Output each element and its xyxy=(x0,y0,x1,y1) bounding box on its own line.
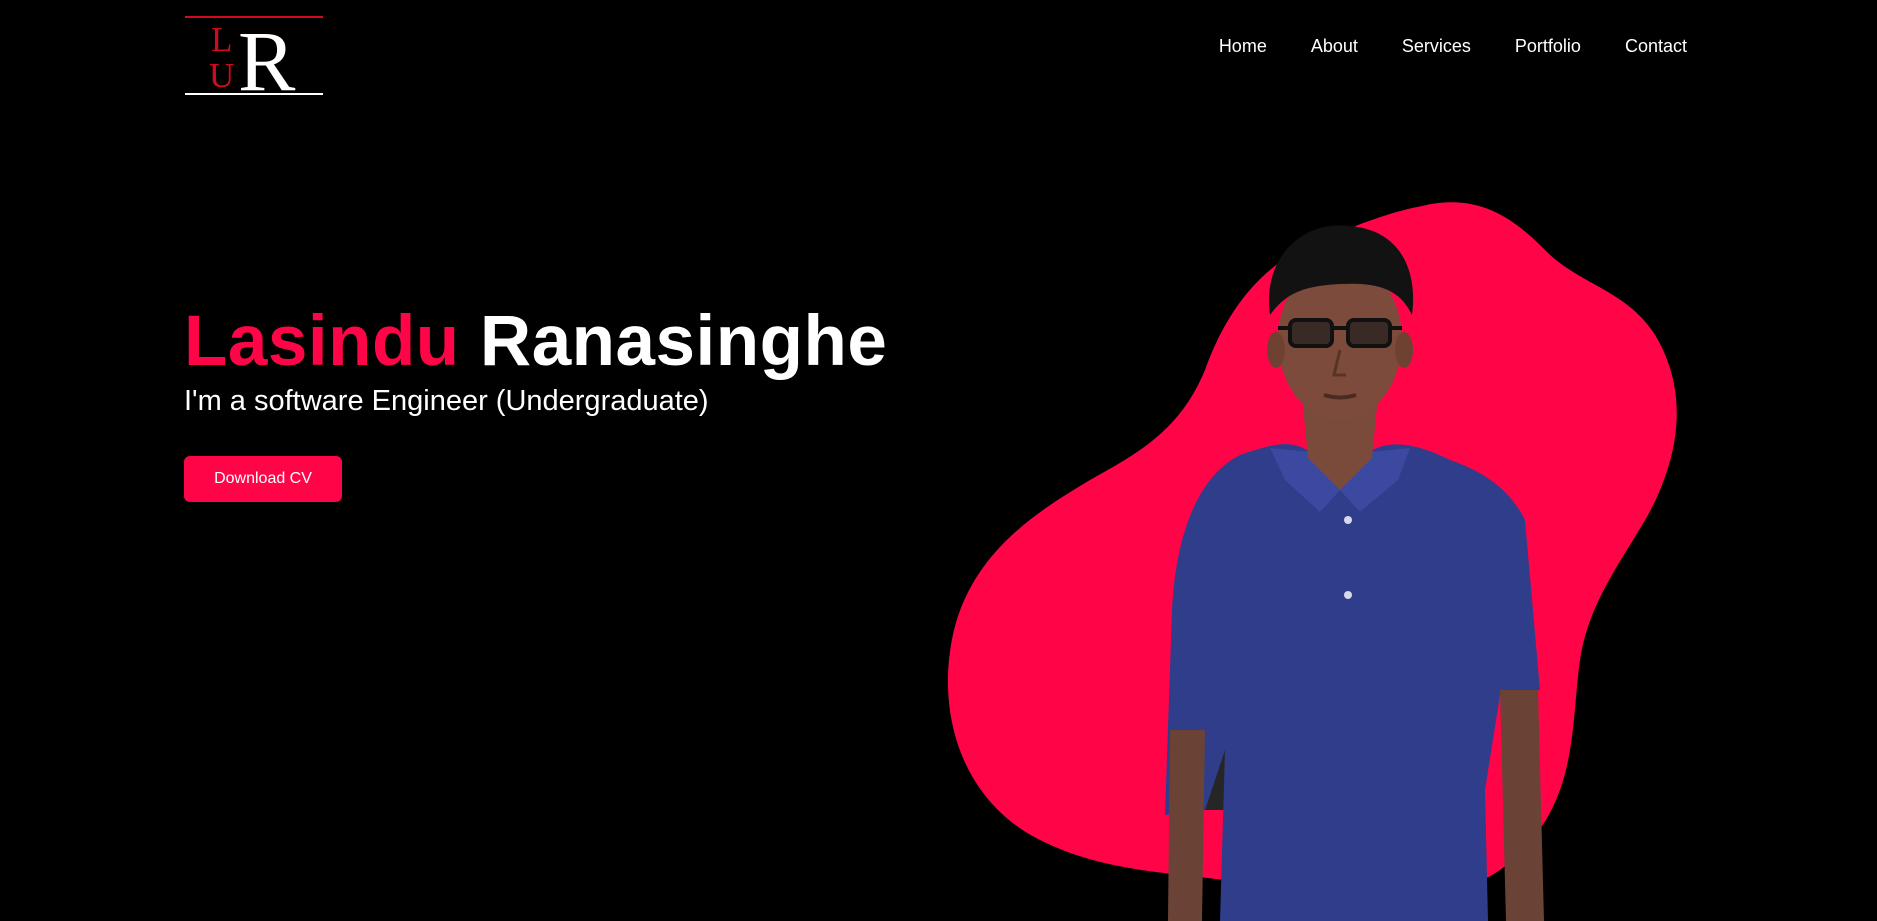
site-logo[interactable]: L U R xyxy=(185,16,323,104)
hero-subtitle: I'm a software Engineer (Undergraduate) xyxy=(184,385,709,417)
shirt-button xyxy=(1344,516,1352,524)
logo-letter-u: U xyxy=(209,56,235,95)
logo-bottom-rule xyxy=(185,93,323,95)
download-cv-button[interactable]: Download CV xyxy=(184,456,342,502)
glasses-lens-right xyxy=(1346,318,1392,348)
nav-about[interactable]: About xyxy=(1311,35,1358,57)
hero-portrait xyxy=(940,190,1700,921)
nav-portfolio[interactable]: Portfolio xyxy=(1515,35,1581,57)
logo-letter-l: L xyxy=(211,20,233,59)
nav-contact[interactable]: Contact xyxy=(1625,35,1687,57)
main-nav: Home About Services Portfolio Contact xyxy=(1175,35,1687,57)
page: L U R Home About Services Portfolio Cont… xyxy=(0,0,1877,921)
hero-text: Lasindu Ranasinghe I'm a software Engine… xyxy=(184,306,887,416)
shirt-button xyxy=(1344,591,1352,599)
hero-name: Lasindu Ranasinghe xyxy=(184,306,887,377)
nav-services[interactable]: Services xyxy=(1402,35,1471,57)
portrait-illustration xyxy=(947,202,1677,921)
hero-last-name: Ranasinghe xyxy=(479,302,888,381)
nav-home[interactable]: Home xyxy=(1219,35,1267,57)
left-arm xyxy=(1168,730,1205,921)
glasses-lens-left xyxy=(1288,318,1334,348)
right-ear xyxy=(1395,332,1413,368)
left-ear xyxy=(1267,332,1285,368)
hero-first-name: Lasindu xyxy=(184,302,460,381)
right-arm xyxy=(1500,690,1544,921)
logo-letter-r: R xyxy=(238,13,296,109)
